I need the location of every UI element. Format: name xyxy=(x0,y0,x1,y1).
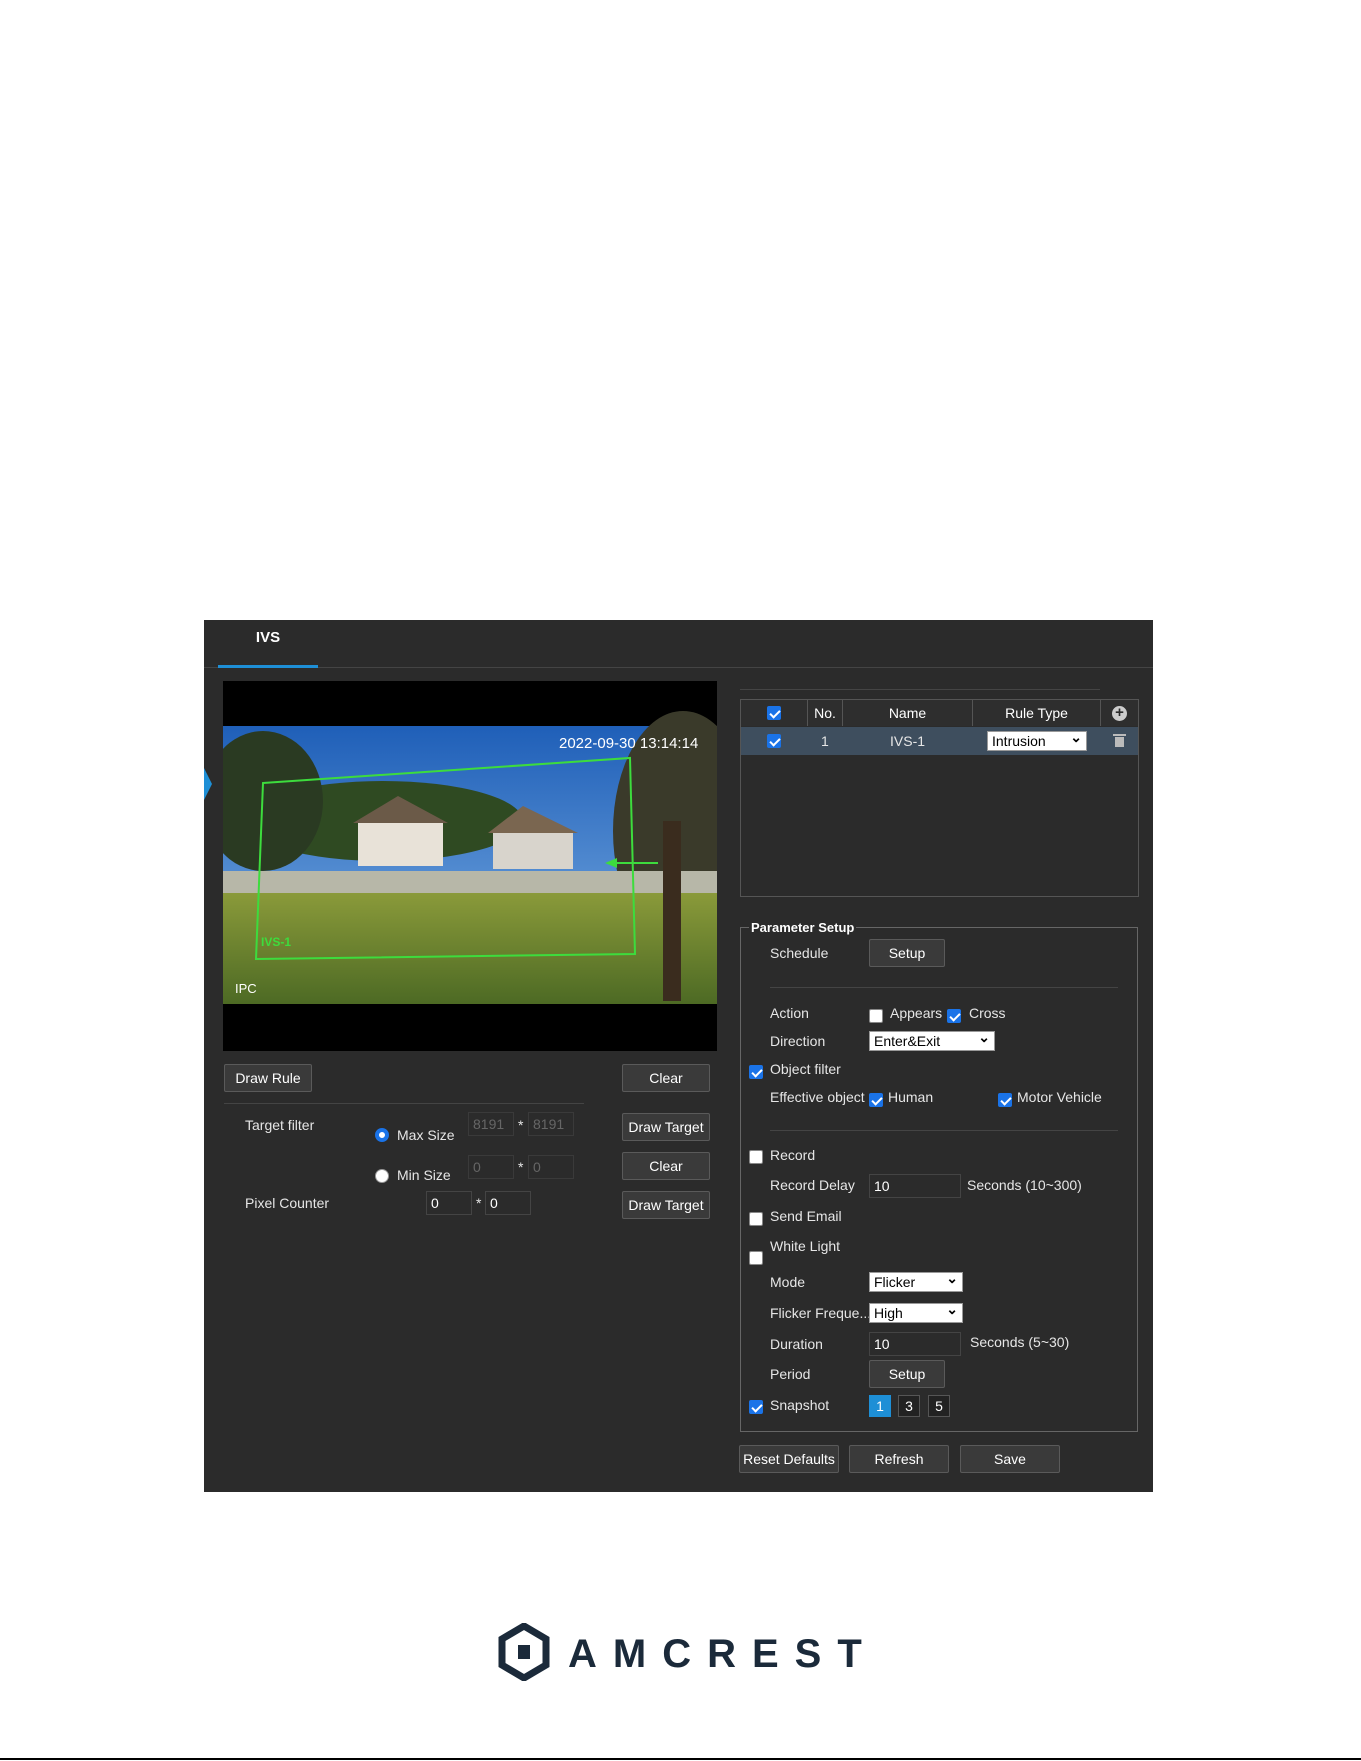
flicker-frequency-label: Flicker Freque... xyxy=(770,1305,872,1321)
appears-checkbox[interactable] xyxy=(869,1009,883,1023)
period-label: Period xyxy=(770,1366,811,1382)
min-width-input[interactable]: 0 xyxy=(468,1155,514,1179)
parameter-setup-legend: Parameter Setup xyxy=(751,920,855,935)
reset-defaults-button[interactable]: Reset Defaults xyxy=(739,1445,839,1473)
draw-target-button[interactable]: Draw Target xyxy=(622,1113,710,1141)
duration-input[interactable]: 10 xyxy=(869,1332,961,1356)
snapshot-option-5[interactable]: 5 xyxy=(928,1395,950,1417)
mode-label: Mode xyxy=(770,1274,806,1290)
object-filter-label: Object filter xyxy=(770,1061,841,1077)
object-filter-checkbox[interactable] xyxy=(749,1065,763,1079)
trash-icon[interactable] xyxy=(1113,734,1126,747)
left-divider xyxy=(224,1103,584,1104)
panel-expand-handle[interactable] xyxy=(204,768,212,800)
cross-checkbox[interactable] xyxy=(947,1009,961,1023)
row-checkbox[interactable] xyxy=(767,734,781,748)
white-light-label: White Light xyxy=(770,1238,841,1254)
snapshot-checkbox[interactable] xyxy=(749,1400,763,1414)
white-light-checkbox[interactable] xyxy=(749,1251,763,1265)
snapshot-option-3[interactable]: 3 xyxy=(898,1395,920,1417)
effective-object-label: Effective object xyxy=(770,1089,865,1105)
send-email-label: Send Email xyxy=(770,1208,842,1224)
record-checkbox[interactable] xyxy=(749,1150,763,1164)
clear-rule-button[interactable]: Clear xyxy=(622,1064,710,1092)
max-size-label: Max Size xyxy=(397,1127,455,1143)
mode-select[interactable]: Flicker xyxy=(869,1269,963,1292)
human-label: Human xyxy=(888,1089,934,1105)
schedule-setup-button[interactable]: Setup xyxy=(869,939,945,967)
pixel-width-input[interactable]: 0 xyxy=(426,1191,472,1215)
max-size-separator: * xyxy=(518,1117,524,1133)
direction-label: Direction xyxy=(770,1033,826,1049)
amcrest-logo: AMCREST xyxy=(498,1623,868,1681)
brand-name: AMCREST xyxy=(568,1632,878,1676)
record-delay-label: Record Delay xyxy=(770,1177,855,1193)
video-timestamp: 2022-09-30 13:14:14 xyxy=(559,735,699,752)
cross-label: Cross xyxy=(969,1005,1006,1021)
min-size-label: Min Size xyxy=(397,1167,451,1183)
record-label: Record xyxy=(770,1147,816,1163)
motor-vehicle-checkbox[interactable] xyxy=(998,1093,1012,1107)
pixel-separator: * xyxy=(476,1195,482,1211)
save-button[interactable]: Save xyxy=(960,1445,1060,1473)
max-size-radio[interactable] xyxy=(375,1128,389,1142)
refresh-button[interactable]: Refresh xyxy=(849,1445,949,1473)
max-height-input[interactable]: 8191 xyxy=(528,1112,574,1136)
action-label: Action xyxy=(770,1005,809,1021)
human-checkbox[interactable] xyxy=(869,1093,883,1107)
table-row[interactable]: 1 IVS-1 Intrusion xyxy=(741,727,1138,755)
header-select-all xyxy=(741,700,808,726)
pixel-height-input[interactable]: 0 xyxy=(485,1191,531,1215)
max-width-input[interactable]: 8191 xyxy=(468,1112,514,1136)
record-delay-unit: Seconds (10~300) xyxy=(967,1177,1082,1193)
page-bottom-rule xyxy=(0,1758,1361,1760)
header-add: + xyxy=(1101,700,1138,726)
direction-select[interactable]: Enter&Exit xyxy=(869,1028,995,1051)
header-name: Name xyxy=(843,700,973,726)
schedule-label: Schedule xyxy=(770,945,829,961)
draw-target-pixel-button[interactable]: Draw Target xyxy=(622,1191,710,1219)
send-email-checkbox[interactable] xyxy=(749,1212,763,1226)
min-size-radio[interactable] xyxy=(375,1169,389,1183)
period-setup-button[interactable]: Setup xyxy=(869,1360,945,1388)
param-divider-2 xyxy=(770,1130,1118,1131)
header-no: No. xyxy=(808,700,843,726)
min-size-separator: * xyxy=(518,1159,524,1175)
draw-rule-button[interactable]: Draw Rule xyxy=(224,1064,312,1092)
ivs-panel: IVS 2022-09-30 13:14:14 IVS-1 IPC Draw R… xyxy=(204,620,1153,1492)
row-name: IVS-1 xyxy=(890,733,926,749)
target-filter-label: Target filter xyxy=(245,1117,315,1133)
header-rule-type: Rule Type xyxy=(973,700,1101,726)
motor-vehicle-label: Motor Vehicle xyxy=(1017,1089,1102,1105)
snapshot-label: Snapshot xyxy=(770,1397,830,1413)
video-preview[interactable]: 2022-09-30 13:14:14 IVS-1 IPC xyxy=(223,681,717,1051)
snapshot-option-1[interactable]: 1 xyxy=(869,1395,891,1417)
min-height-input[interactable]: 0 xyxy=(528,1155,574,1179)
add-rule-icon[interactable]: + xyxy=(1112,705,1127,721)
param-divider-1 xyxy=(770,987,1118,988)
flicker-frequency-select[interactable]: High xyxy=(869,1300,963,1323)
pixel-counter-label: Pixel Counter xyxy=(245,1195,330,1211)
row-no: 1 xyxy=(821,733,829,749)
duration-unit: Seconds (5~30) xyxy=(970,1334,1070,1350)
appears-label: Appears xyxy=(890,1005,943,1021)
rule-table: No. Name Rule Type + 1 IVS-1 Intrusion xyxy=(740,699,1139,897)
clear-target-button[interactable]: Clear xyxy=(622,1152,710,1180)
record-delay-input[interactable]: 10 xyxy=(869,1174,961,1198)
rule-label-overlay: IVS-1 xyxy=(261,935,292,949)
table-top-divider xyxy=(740,689,1100,690)
duration-label: Duration xyxy=(770,1336,823,1352)
amcrest-logo-icon xyxy=(498,1623,550,1681)
tab-ivs[interactable]: IVS xyxy=(218,620,318,668)
rule-type-select[interactable]: Intrusion xyxy=(987,728,1087,751)
channel-label: IPC xyxy=(235,981,257,996)
select-all-checkbox[interactable] xyxy=(767,706,781,720)
tab-bar: IVS xyxy=(204,620,1153,668)
